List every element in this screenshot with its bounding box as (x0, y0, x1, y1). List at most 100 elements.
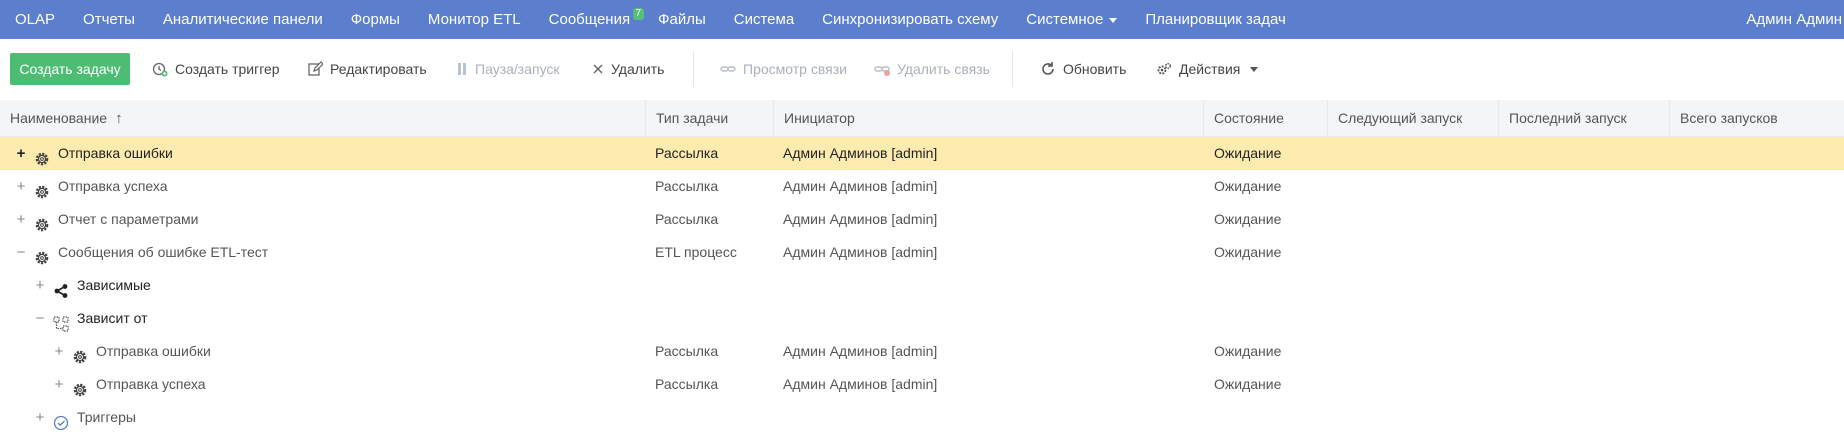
cell-type: Рассылка (655, 145, 719, 161)
add-clock-icon (152, 62, 168, 77)
column-header-name[interactable]: Наименование ↑ (0, 100, 645, 136)
cell-state: Ожидание (1214, 376, 1282, 392)
column-header-type-label: Тип задачи (656, 110, 729, 126)
clock-icon (53, 410, 69, 430)
cell-state: Ожидание (1214, 343, 1282, 359)
gear-icon (34, 146, 50, 165)
edit-label: Редактировать (330, 61, 427, 77)
cell-type: Рассылка (655, 343, 719, 359)
refresh-icon (1042, 62, 1054, 75)
cell-state: Ожидание (1214, 145, 1282, 161)
pause-icon (458, 63, 466, 75)
column-header-initiator[interactable]: Инициатор (773, 100, 1203, 136)
column-header-next-run-label: Следующий запуск (1338, 110, 1463, 126)
nav-item-messages[interactable]: Сообщения 7 (535, 0, 645, 39)
nav-item-system[interactable]: Система (720, 0, 808, 39)
delete-label: Удалить (611, 61, 665, 77)
refresh-label: Обновить (1063, 61, 1127, 77)
cell-name: + Отправка успеха (16, 170, 168, 203)
delete-button[interactable]: Удалить (592, 53, 664, 85)
table-row[interactable]: − Зависит от (0, 302, 1844, 335)
expand-toggle-icon[interactable]: + (16, 203, 26, 236)
column-header-last-run-label: Последний запуск (1509, 110, 1627, 126)
table-row[interactable]: + Отчет с параметрами Рассылка Админ Админо… (0, 203, 1844, 236)
collapse-toggle-icon[interactable]: − (35, 302, 45, 335)
share-icon (53, 278, 69, 298)
cell-name: + Зависимые (35, 269, 151, 302)
column-header-state[interactable]: Состояние (1203, 100, 1327, 136)
row-name-label: Отправка ошибки (58, 145, 173, 161)
pause-start-label: Пауза/запуск (475, 61, 560, 77)
table-header: Наименование ↑ Тип задачи Инициатор Состо… (0, 100, 1844, 137)
nav-item-label: Система (733, 11, 795, 28)
expand-toggle-icon[interactable]: + (54, 335, 64, 368)
pause-start-button[interactable]: Пауза/запуск (456, 53, 560, 85)
nav-item-forms[interactable]: Формы (337, 0, 414, 39)
nav-item-task-scheduler[interactable]: Планировщик задач (1131, 0, 1299, 39)
expand-toggle-icon[interactable]: + (35, 401, 45, 434)
delete-link-button[interactable]: Удалить связь (874, 53, 990, 85)
create-trigger-button[interactable]: Создать триггер (152, 53, 280, 85)
cell-name: + Триггеры (35, 401, 136, 434)
nav-item-sync-schema[interactable]: Синхронизировать схему (808, 0, 1012, 39)
edit-icon (308, 61, 323, 76)
nav-item-label: OLAP (15, 11, 56, 28)
cell-name: − Зависит от (35, 302, 148, 335)
cell-name: + Отправка ошибки (16, 137, 173, 170)
table-row[interactable]: + Отправка ошибки Рассылка Админ Админов [a… (0, 137, 1844, 170)
nav-item-label: Синхронизировать схему (822, 11, 999, 28)
nav-item-label: Отчеты (83, 11, 135, 28)
column-header-state-label: Состояние (1214, 110, 1284, 126)
nav-item-etl-monitor[interactable]: Монитор ETL (414, 0, 535, 39)
column-header-next-run[interactable]: Следующий запуск (1327, 100, 1498, 136)
nav-item-files[interactable]: Файлы (644, 0, 720, 39)
view-link-button[interactable]: Просмотр связи (720, 53, 847, 85)
edit-button[interactable]: Редактировать (307, 53, 427, 85)
sort-ascending-icon: ↑ (115, 110, 123, 127)
nav-item-system-dropdown[interactable]: Системное (1012, 0, 1131, 39)
cell-state: Ожидание (1214, 178, 1282, 194)
gear-icon (72, 377, 88, 396)
gear-icon (34, 212, 50, 231)
row-name-label: Зависит от (77, 310, 148, 326)
nav-item-label: Формы (350, 11, 400, 28)
link-icon (720, 66, 736, 72)
nav-item-reports[interactable]: Отчеты (69, 0, 149, 39)
column-header-name-label: Наименование (10, 110, 108, 126)
caret-down-icon (1250, 66, 1259, 72)
cell-name: − Сообщения об ошибке ETL-тест (16, 236, 268, 269)
user-menu[interactable]: Админ Админ (1746, 0, 1844, 39)
delete-link-label: Удалить связь (897, 61, 990, 77)
expand-toggle-icon[interactable]: + (16, 137, 26, 170)
nav-item-dashboards[interactable]: Аналитические панели (149, 0, 337, 39)
caret-down-icon (1109, 17, 1118, 23)
collapse-toggle-icon[interactable]: − (16, 236, 26, 269)
cell-initiator: Админ Админов [admin] (783, 211, 938, 227)
create-task-button[interactable]: Создать задачу (10, 53, 130, 85)
expand-toggle-icon[interactable]: + (35, 269, 45, 302)
expand-toggle-icon[interactable]: + (54, 368, 64, 401)
table-row[interactable]: + Зависимые (0, 269, 1844, 302)
refresh-button[interactable]: Обновить (1040, 53, 1126, 85)
column-header-type[interactable]: Тип задачи (645, 100, 773, 136)
row-name-label: Сообщения об ошибке ETL-тест (58, 244, 269, 260)
gear-icon (34, 245, 50, 264)
nav-item-olap[interactable]: OLAP (0, 0, 69, 39)
column-header-last-run[interactable]: Последний запуск (1498, 100, 1669, 136)
row-name-label: Отправка успеха (96, 376, 206, 392)
cell-type: Рассылка (655, 376, 719, 392)
table-row[interactable]: − Сообщения об ошибке ETL-тест ETL процесс… (0, 236, 1844, 269)
dependency-icon (53, 311, 69, 332)
table-row[interactable]: + Отправка успеха Рассылка Админ Админов [a… (0, 170, 1844, 203)
expand-toggle-icon[interactable]: + (16, 170, 26, 203)
column-header-total-runs[interactable]: Всего запусков (1669, 100, 1844, 136)
unlink-icon (874, 66, 890, 76)
table-row[interactable]: + Триггеры (0, 401, 1844, 434)
table-row[interactable]: + Отправка ошибки Рассылка Админ Админов [a… (0, 335, 1844, 368)
cell-initiator: Админ Админов [admin] (783, 145, 938, 161)
cell-initiator: Админ Админов [admin] (783, 343, 938, 359)
gears-icon (1157, 62, 1172, 75)
gear-icon (72, 344, 88, 363)
table-row[interactable]: + Отправка успеха Рассылка Админ Админов [a… (0, 368, 1844, 401)
actions-dropdown-button[interactable]: Действия (1156, 53, 1259, 85)
